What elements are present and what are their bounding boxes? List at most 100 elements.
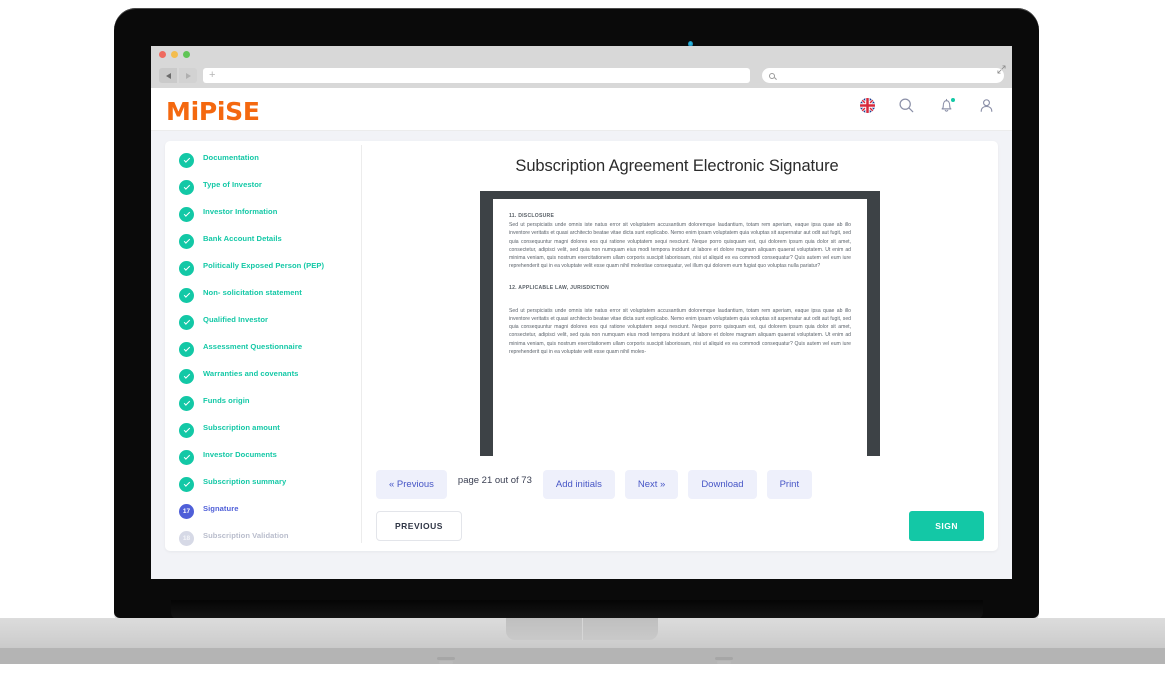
document-page: 11. DISCLOSURE Sed ut perspiciatis unde … <box>493 199 867 456</box>
sidebar-item-qualified-investor[interactable]: Qualified Investor <box>179 314 361 330</box>
language-flag-icon[interactable] <box>860 98 875 113</box>
browser-titlebar <box>151 46 1012 63</box>
address-bar-text: + <box>209 69 216 81</box>
page-body: Documentation Type of Investor Investor … <box>151 131 1012 579</box>
laptop-foot-left <box>437 657 455 660</box>
sidebar-item-label: Subscription Validation <box>203 531 289 540</box>
document-spacer <box>509 271 851 285</box>
sidebar-item-politically-exposed-person[interactable]: Politically Exposed Person (PEP) <box>179 260 361 276</box>
add-initials-button[interactable]: Add initials <box>542 470 615 499</box>
document-spacer-2 <box>509 293 851 307</box>
steps-sidebar: Documentation Type of Investor Investor … <box>165 141 361 551</box>
document-toolbar: « Previous page 21 out of 73 Add initial… <box>368 470 998 499</box>
document-viewer[interactable]: 11. DISCLOSURE Sed ut perspiciatis unde … <box>480 191 880 456</box>
user-account-icon[interactable] <box>978 97 995 114</box>
step-check-icon <box>179 396 194 411</box>
step-number-badge: 17 <box>179 504 194 519</box>
notification-badge-dot <box>950 97 956 103</box>
sidebar-item-non-solicitation-statement[interactable]: Non- solicitation statement <box>179 287 361 303</box>
sidebar-item-label: Politically Exposed Person (PEP) <box>203 261 325 270</box>
sidebar-item-investor-documents[interactable]: Investor Documents <box>179 449 361 465</box>
sidebar-item-label: Warranties and covenants <box>203 369 299 378</box>
download-button[interactable]: Download <box>688 470 757 499</box>
search-icon[interactable] <box>898 97 915 114</box>
step-check-icon <box>179 207 194 222</box>
step-check-icon <box>179 153 194 168</box>
sidebar-item-label: Assessment Questionnaire <box>203 342 303 351</box>
document-viewer-wrap: 11. DISCLOSURE Sed ut perspiciatis unde … <box>362 191 998 456</box>
step-check-icon <box>179 234 194 249</box>
sidebar-item-warranties-and-covenants[interactable]: Warranties and covenants <box>179 368 361 384</box>
expand-arrows-icon[interactable] <box>997 65 1006 74</box>
close-window-icon[interactable] <box>159 51 166 58</box>
sidebar-item-type-of-investor[interactable]: Type of Investor <box>179 179 361 195</box>
sidebar-item-label: Signature <box>203 504 239 513</box>
document-section-1-body: Sed ut perspiciatis unde omnis iste natu… <box>509 222 851 270</box>
sidebar-item-label: Subscription summary <box>203 477 287 486</box>
sidebar-item-funds-origin[interactable]: Funds origin <box>179 395 361 411</box>
sidebar-item-assessment-questionnaire[interactable]: Assessment Questionnaire <box>179 341 361 357</box>
main-content: Subscription Agreement Electronic Signat… <box>362 141 998 551</box>
step-number-badge: 18 <box>179 531 194 546</box>
back-arrow-icon[interactable] <box>159 68 177 83</box>
search-icon <box>769 72 775 79</box>
page-indicator: page 21 out of 73 <box>457 475 532 486</box>
document-section-2-heading: 12. APPLICABLE LAW, JURISDICTION <box>509 284 610 291</box>
page-title: Subscription Agreement Electronic Signat… <box>515 157 839 175</box>
sidebar-item-bank-account-details[interactable]: Bank Account Details <box>179 233 361 249</box>
previous-page-button[interactable]: « Previous <box>376 470 447 499</box>
wizard-footer: PREVIOUS SIGN <box>376 511 984 541</box>
notifications-bell-icon[interactable] <box>938 97 956 114</box>
sidebar-item-label: Type of Investor <box>203 180 262 189</box>
forward-arrow-icon[interactable] <box>179 68 197 83</box>
step-check-icon <box>179 261 194 276</box>
traffic-lights <box>159 51 190 58</box>
browser-toolbar: + <box>151 63 1012 88</box>
subscription-card: Documentation Type of Investor Investor … <box>165 141 998 551</box>
step-check-icon <box>179 369 194 384</box>
previous-step-button[interactable]: PREVIOUS <box>376 511 462 541</box>
print-button[interactable]: Print <box>766 470 813 499</box>
laptop-base-notch-divider <box>582 618 583 640</box>
mipise-logo[interactable]: MiPiSE <box>166 97 260 126</box>
sidebar-item-subscription-amount[interactable]: Subscription amount <box>179 422 361 438</box>
document-section-2-body: Sed ut perspiciatis unde omnis iste natu… <box>509 307 851 355</box>
step-number: 17 <box>182 508 191 515</box>
sidebar-item-label: Subscription amount <box>203 423 280 432</box>
step-check-icon <box>179 288 194 303</box>
sidebar-item-subscription-summary[interactable]: Subscription summary <box>179 476 361 492</box>
sidebar-item-documentation[interactable]: Documentation <box>179 152 361 168</box>
browser-nav-buttons <box>159 68 197 83</box>
sidebar-item-label: Investor Information <box>203 207 278 216</box>
minimize-window-icon[interactable] <box>171 51 178 58</box>
sidebar-item-label: Documentation <box>203 153 259 162</box>
laptop-foot-right <box>715 657 733 660</box>
browser-window: + MiPiSE Documentation Type of Investor … <box>151 46 1012 579</box>
step-check-icon <box>179 315 194 330</box>
sidebar-item-subscription-validation[interactable]: 18 Subscription Validation <box>179 530 361 546</box>
header-icon-group <box>860 97 995 114</box>
laptop-lid-bottom-bar <box>171 600 983 620</box>
app-header: MiPiSE <box>151 88 1012 131</box>
step-number: 18 <box>182 535 191 542</box>
sign-button[interactable]: SIGN <box>909 511 984 541</box>
sidebar-item-label: Investor Documents <box>203 450 277 459</box>
step-check-icon <box>179 342 194 357</box>
sidebar-item-label: Bank Account Details <box>203 234 282 243</box>
sidebar-item-label: Non- solicitation statement <box>203 288 302 297</box>
step-check-icon <box>179 180 194 195</box>
laptop-base-shadow <box>0 648 1165 664</box>
address-bar[interactable]: + <box>203 68 750 83</box>
document-section-1-heading: 11. DISCLOSURE <box>509 213 555 219</box>
sidebar-item-investor-information[interactable]: Investor Information <box>179 206 361 222</box>
maximize-window-icon[interactable] <box>183 51 190 58</box>
step-check-icon <box>179 423 194 438</box>
laptop-foot-left-lower <box>439 661 453 664</box>
sidebar-item-label: Funds origin <box>203 396 250 405</box>
sidebar-item-label: Qualified Investor <box>203 315 269 324</box>
step-check-icon <box>179 450 194 465</box>
next-page-button[interactable]: Next » <box>624 470 679 499</box>
browser-search-input[interactable] <box>762 68 1004 83</box>
laptop-foot-right-lower <box>717 661 731 664</box>
sidebar-item-signature[interactable]: 17 Signature <box>179 503 361 519</box>
